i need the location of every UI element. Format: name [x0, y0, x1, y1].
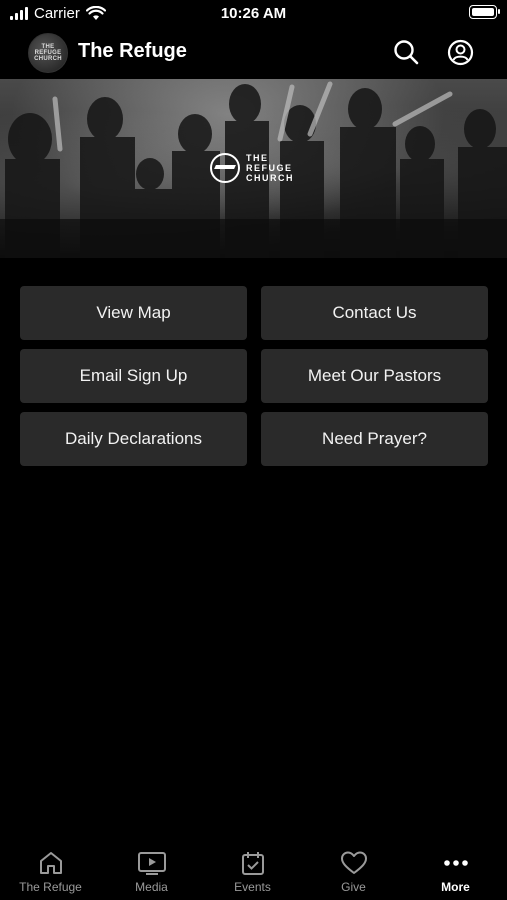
need-prayer-button[interactable]: Need Prayer? [261, 412, 488, 466]
heart-icon [340, 851, 367, 874]
hero-logo-line2: REFUGE [246, 163, 293, 173]
tab-events[interactable]: Events [202, 850, 303, 894]
status-bar: Carrier 10:26 AM [0, 0, 507, 28]
church-logo: THE REFUGE CHURCH [28, 33, 68, 73]
quick-links-grid: View Map Contact Us Email Sign Up Meet O… [20, 286, 488, 466]
play-icon [137, 852, 166, 875]
tab-more[interactable]: More [405, 850, 506, 894]
hero-logo-line1: THE [246, 153, 269, 163]
tab-label: More [441, 880, 470, 894]
daily-declarations-button[interactable]: Daily Declarations [20, 412, 247, 466]
tab-label: Give [341, 880, 366, 894]
home-icon [39, 852, 62, 874]
email-sign-up-button[interactable]: Email Sign Up [20, 349, 247, 403]
refuge-logo-icon [210, 153, 240, 183]
battery-icon [469, 5, 500, 19]
tab-the-refuge[interactable]: The Refuge [0, 850, 101, 894]
status-time: 10:26 AM [220, 5, 287, 22]
tab-media[interactable]: Media [101, 850, 202, 894]
tab-label: The Refuge [19, 880, 82, 894]
search-icon[interactable] [392, 38, 420, 66]
meet-our-pastors-button[interactable]: Meet Our Pastors [261, 349, 488, 403]
page-title: The Refuge [78, 40, 187, 62]
hero-banner-image: THE REFUGE CHURCH [0, 79, 507, 258]
more-icon [443, 860, 468, 866]
bottom-tab-bar: The Refuge Media Events Give More [0, 842, 507, 900]
contact-us-button[interactable]: Contact Us [261, 286, 488, 340]
hero-church-logo: THE REFUGE CHURCH [210, 153, 294, 183]
view-map-button[interactable]: View Map [20, 286, 247, 340]
tab-label: Media [135, 880, 168, 894]
hero-logo-line3: CHURCH [246, 173, 294, 183]
tab-give[interactable]: Give [303, 850, 404, 894]
calendar-icon [241, 852, 264, 875]
top-navigation-bar: THE REFUGE CHURCH The Refuge [0, 30, 507, 76]
tab-label: Events [234, 880, 271, 894]
account-icon[interactable] [446, 38, 474, 66]
